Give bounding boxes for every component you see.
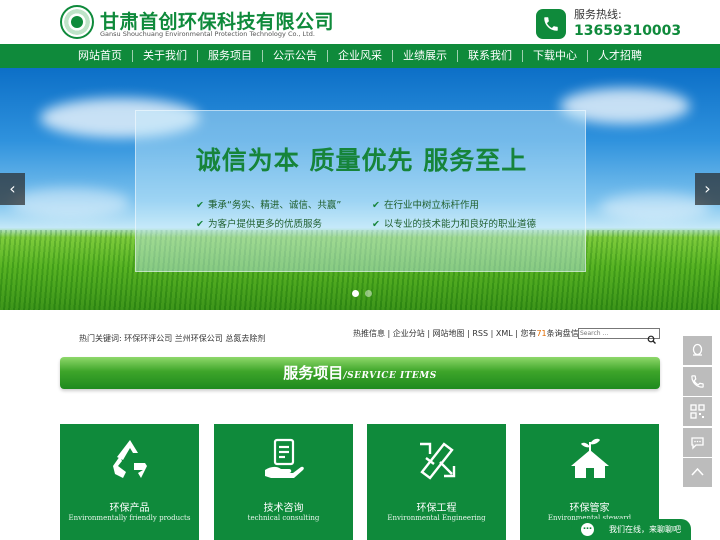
- utility-links: 热推信息 | 企业分站 | 网站地图 | RSS | XML | 您有71条询盘…: [353, 329, 590, 338]
- chevron-up-icon: [691, 467, 704, 476]
- message-icon: [691, 436, 704, 450]
- section-title-en: /SERVICE ITEMS: [343, 371, 437, 381]
- check-icon: ✔: [372, 219, 380, 230]
- chat-label: 我们在线，来聊聊吧: [609, 525, 681, 534]
- hot-keywords-label: 热门关键词:: [79, 334, 122, 343]
- side-float-toolbar: [683, 336, 712, 489]
- banner-prev-button[interactable]: ‹: [0, 173, 25, 205]
- service-card-products[interactable]: 环保产品 Environmentally friendly products: [60, 424, 199, 540]
- hot-keywords: 热门关键词: 环保环评公司 兰州环保公司 总氮去除剂: [79, 333, 265, 344]
- search-icon[interactable]: [647, 329, 659, 344]
- service-title: 环保产品: [109, 503, 150, 514]
- link-hot-info[interactable]: 热推信息: [353, 329, 385, 338]
- banner-cloud: [600, 193, 710, 221]
- phone-icon: [691, 374, 704, 388]
- banner-slogan-panel: 诚信为本 质量优先 服务至上 ✔ 秉承“务实、精进、诚信、共赢” ✔ 在行业中树立标…: [135, 110, 586, 272]
- check-icon: ✔: [372, 200, 380, 211]
- nav-item-achievements[interactable]: 业绩展示: [393, 44, 457, 68]
- qq-button[interactable]: [683, 336, 712, 365]
- nav-item-downloads[interactable]: 下载中心: [523, 44, 587, 68]
- service-title: 技术咨询: [263, 503, 304, 514]
- nav-item-home[interactable]: 网站首页: [68, 44, 132, 68]
- banner-dot-active[interactable]: [352, 290, 359, 297]
- banner-cloud: [10, 188, 130, 218]
- link-rss[interactable]: RSS: [472, 329, 488, 338]
- search-input[interactable]: [580, 329, 646, 338]
- service-card-engineering[interactable]: 环保工程 Environmental Engineering: [367, 424, 506, 540]
- nav-item-about[interactable]: 关于我们: [133, 44, 197, 68]
- service-subtitle: Environmental Engineering: [387, 514, 486, 522]
- engineering-icon: [414, 436, 460, 482]
- hot-keywords-links[interactable]: 环保环评公司 兰州环保公司 总氮去除剂: [124, 334, 265, 343]
- recycle-icon: [107, 436, 153, 482]
- keywords-shadow-divider: [79, 346, 639, 352]
- qq-icon: [692, 343, 703, 356]
- section-title-cn: 服务项目: [283, 364, 344, 382]
- qrcode-icon: [690, 404, 705, 419]
- banner-bullet: ✔ 为客户提供更多的优质服务: [196, 219, 322, 230]
- banner-next-button[interactable]: ›: [695, 173, 720, 205]
- inquiry-count: 71: [536, 329, 547, 338]
- hotline-label: 服务热线:: [574, 8, 622, 21]
- service-title: 环保管家: [569, 503, 610, 514]
- link-sitemap[interactable]: 网站地图: [433, 329, 465, 338]
- nav-item-services[interactable]: 服务项目: [198, 44, 262, 68]
- site-header: 甘肃首创环保科技有限公司 Gansu Shouchuang Environmen…: [0, 0, 720, 44]
- banner-bullet: ✔ 以专业的技术能力和良好的职业道德: [372, 219, 536, 230]
- consulting-icon: [261, 436, 307, 482]
- check-icon: ✔: [196, 219, 204, 230]
- house-plant-icon: [567, 436, 613, 482]
- service-card-consulting[interactable]: 技术咨询 technical consulting: [214, 424, 353, 540]
- banner-pagination: [352, 290, 372, 297]
- chat-bubble-icon: [581, 517, 594, 538]
- nav-item-notices[interactable]: 公示公告: [263, 44, 327, 68]
- nav-item-company-style[interactable]: 企业风采: [328, 44, 392, 68]
- hero-banner[interactable]: 诚信为本 质量优先 服务至上 ✔ 秉承“务实、精进、诚信、共赢” ✔ 在行业中树立标…: [0, 68, 720, 310]
- company-logo-emblem[interactable]: [60, 5, 94, 39]
- search-box: [578, 328, 660, 344]
- phone-icon: [536, 9, 566, 39]
- banner-bullet: ✔ 秉承“务实、精进、诚信、共赢”: [196, 200, 342, 211]
- banner-dot[interactable]: [365, 290, 372, 297]
- link-xml[interactable]: XML: [496, 329, 513, 338]
- check-icon: ✔: [196, 200, 204, 211]
- link-branches[interactable]: 企业分站: [393, 329, 425, 338]
- company-name-en: Gansu Shouchuang Environmental Protectio…: [100, 30, 315, 38]
- nav-item-careers[interactable]: 人才招聘: [588, 44, 652, 68]
- qrcode-button[interactable]: [683, 397, 712, 426]
- banner-slogan: 诚信为本 质量优先 服务至上: [195, 146, 528, 175]
- online-chat-button[interactable]: 我们在线，来聊聊吧: [571, 517, 691, 540]
- section-title-bar: 服务项目/SERVICE ITEMS: [60, 357, 660, 389]
- nav-item-contact[interactable]: 联系我们: [458, 44, 522, 68]
- phone-button[interactable]: [683, 366, 712, 396]
- back-to-top-button[interactable]: [683, 458, 712, 487]
- section-title: 服务项目/SERVICE ITEMS: [60, 357, 660, 392]
- service-subtitle: technical consulting: [247, 514, 320, 522]
- hotline-number[interactable]: 13659310003: [574, 23, 681, 39]
- service-title: 环保工程: [416, 503, 457, 514]
- main-nav: 网站首页 关于我们 服务项目 公示公告 企业风采 业绩展示 联系我们 下载中心 …: [0, 44, 720, 68]
- banner-bullet: ✔ 在行业中树立标杆作用: [372, 200, 479, 211]
- service-subtitle: Environmentally friendly products: [68, 514, 191, 522]
- message-button[interactable]: [683, 427, 712, 457]
